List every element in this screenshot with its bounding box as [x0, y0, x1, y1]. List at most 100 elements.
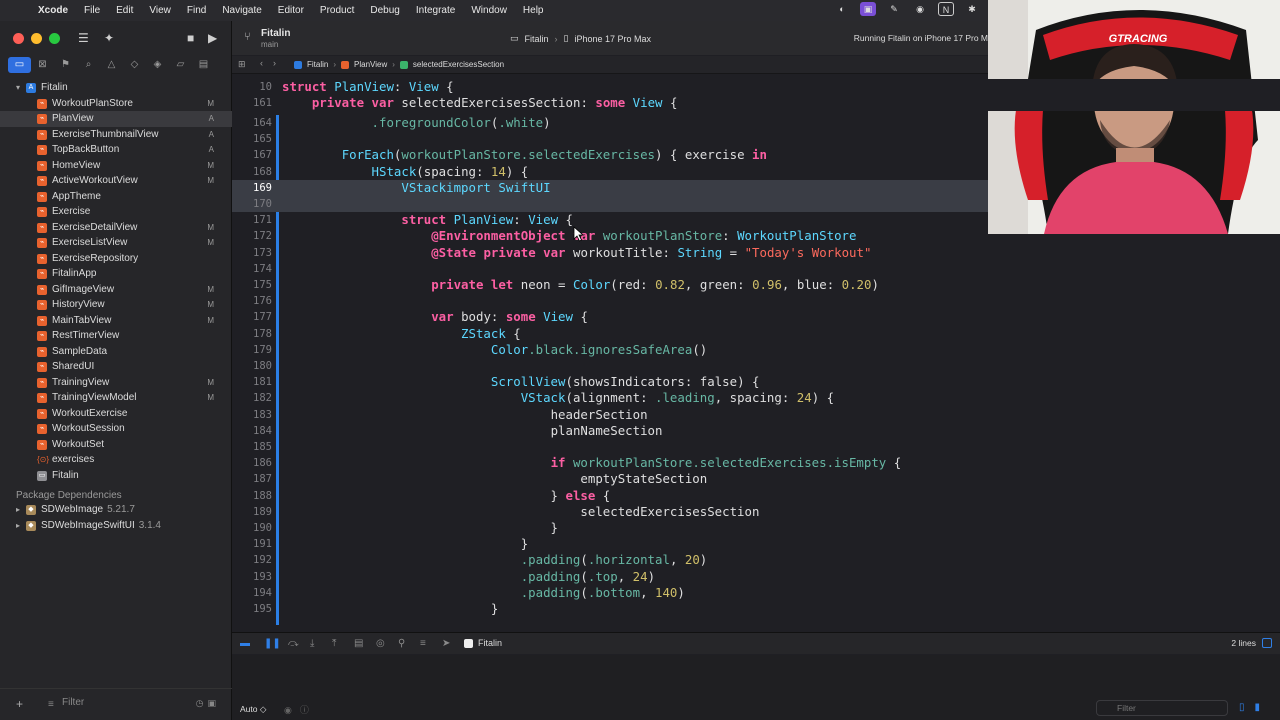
code-line[interactable]: 177 var body: some View {: [232, 309, 1280, 325]
code-line[interactable]: 189 selectedExercisesSection: [232, 504, 1280, 520]
code-text[interactable]: var body: some View {: [282, 309, 588, 325]
tree-file-activeworkoutview[interactable]: ⌁ ActiveWorkoutView M: [0, 173, 232, 189]
line-number[interactable]: 184: [232, 423, 272, 439]
code-line[interactable]: 185: [232, 439, 1280, 455]
line-number[interactable]: 188: [232, 488, 272, 504]
line-number[interactable]: 190: [232, 520, 272, 536]
view-hierarchy-icon[interactable]: ▤: [354, 638, 363, 649]
code-line[interactable]: 187 emptyStateSection: [232, 471, 1280, 487]
close-window-button[interactable]: [13, 33, 24, 44]
menu-editor[interactable]: Editor: [270, 5, 312, 16]
line-number[interactable]: 169: [232, 180, 272, 196]
line-number[interactable]: 181: [232, 374, 272, 390]
code-line[interactable]: 179 Color.black.ignoresSafeArea(): [232, 342, 1280, 358]
breadcrumb-file[interactable]: PlanView: [354, 60, 387, 69]
tree-file-apptheme[interactable]: ⌁ AppTheme: [0, 189, 232, 205]
code-text[interactable]: .padding(.bottom, 140): [282, 585, 685, 601]
breadcrumb-symbol[interactable]: selectedExercisesSection: [413, 60, 504, 69]
related-items-icon[interactable]: ⊞: [238, 59, 246, 70]
line-number[interactable]: 182: [232, 390, 272, 406]
line-number[interactable]: 178: [232, 326, 272, 342]
code-text[interactable]: Color.black.ignoresSafeArea(): [282, 342, 707, 358]
menu-find[interactable]: Find: [179, 5, 214, 16]
menu-file[interactable]: File: [76, 5, 108, 16]
tree-file-resttimerview[interactable]: ⌁ RestTimerView: [0, 328, 232, 344]
simulate-location-icon[interactable]: ≡: [420, 638, 426, 649]
tree-project-root[interactable]: ▾ A Fitalin: [0, 80, 232, 96]
code-text[interactable]: private var selectedExercisesSection: so…: [282, 95, 678, 111]
test-tab-icon[interactable]: ◇: [123, 57, 146, 73]
location-arrow-icon[interactable]: ➤: [442, 638, 450, 649]
line-number[interactable]: 177: [232, 309, 272, 325]
menu-debug[interactable]: Debug: [362, 5, 407, 16]
memory-graph-icon[interactable]: ◎: [376, 638, 385, 649]
tree-file-sharedui[interactable]: ⌁ SharedUI: [0, 359, 232, 375]
line-number[interactable]: 173: [232, 245, 272, 261]
console-filter-input[interactable]: Filter: [1096, 700, 1228, 716]
scheme-selector[interactable]: ▭ Fitalin › ▯ iPhone 17 Pro Max: [510, 33, 651, 44]
code-text[interactable]: ForEach(workoutPlanStore.selectedExercis…: [282, 147, 767, 163]
vpn-icon[interactable]: ◉: [912, 2, 928, 16]
debug-tab-icon[interactable]: ◈: [146, 57, 169, 73]
code-text[interactable]: }: [282, 520, 558, 536]
code-line[interactable]: 190 }: [232, 520, 1280, 536]
line-number[interactable]: 170: [232, 196, 272, 212]
tree-file-maintabview[interactable]: ⌁ MainTabView M: [0, 313, 232, 329]
sticky-scope-line[interactable]: 161 private var selectedExercisesSection…: [232, 95, 1280, 112]
code-text[interactable]: HStack(spacing: 14) {: [282, 164, 529, 180]
scheme-name[interactable]: Fitalin: [525, 34, 549, 44]
menu-help[interactable]: Help: [515, 5, 552, 16]
code-text[interactable]: }: [282, 536, 528, 552]
code-line[interactable]: 174: [232, 261, 1280, 277]
tree-file-sampledata[interactable]: ⌁ SampleData: [0, 344, 232, 360]
tree-file-exerciserepository[interactable]: ⌁ ExerciseRepository: [0, 251, 232, 267]
console-toggle-icon[interactable]: [1262, 638, 1272, 648]
tree-file-fitalin[interactable]: ▭ Fitalin: [0, 468, 232, 484]
code-text[interactable]: } else {: [282, 488, 611, 504]
find-tab-icon[interactable]: ⌕: [77, 57, 100, 73]
disclosure-closed-icon[interactable]: ▸: [16, 518, 20, 534]
line-number[interactable]: 189: [232, 504, 272, 520]
code-text[interactable]: VStackimport SwiftUI: [282, 180, 550, 196]
issue-tab-icon[interactable]: △: [100, 57, 123, 73]
code-text[interactable]: ScrollView(showsIndicators: false) {: [282, 374, 760, 390]
tree-file-planview[interactable]: ⌁ PlanView A: [0, 111, 232, 127]
run-icon[interactable]: ▶: [208, 31, 217, 45]
code-text[interactable]: private let neon = Color(red: 0.82, gree…: [282, 277, 879, 293]
line-number[interactable]: 192: [232, 552, 272, 568]
tree-file-workoutplanstore[interactable]: ⌁ WorkoutPlanStore M: [0, 96, 232, 112]
tree-file-workoutset[interactable]: ⌁ WorkoutSet: [0, 437, 232, 453]
code-text[interactable]: headerSection: [282, 407, 648, 423]
code-text[interactable]: struct PlanView: View {: [282, 212, 573, 228]
tree-file-fitalinapp[interactable]: ⌁ FitalinApp: [0, 266, 232, 282]
code-line[interactable]: 193 .padding(.top, 24): [232, 569, 1280, 585]
code-text[interactable]: if workoutPlanStore.selectedExercises.is…: [282, 455, 902, 471]
tree-file-exercisedetailview[interactable]: ⌁ ExerciseDetailView M: [0, 220, 232, 236]
control-icon[interactable]: ◐: [834, 2, 850, 16]
line-number[interactable]: 168: [232, 164, 272, 180]
menu-product[interactable]: Product: [312, 5, 362, 16]
code-text[interactable]: selectedExercisesSection: [282, 504, 759, 520]
code-text[interactable]: planNameSection: [282, 423, 663, 439]
bluetooth-icon[interactable]: ✱: [964, 2, 980, 16]
code-line[interactable]: 180: [232, 358, 1280, 374]
code-text[interactable]: @State private var workoutTitle: String …: [282, 245, 871, 261]
code-line[interactable]: 184 planNameSection: [232, 423, 1280, 439]
step-out-icon[interactable]: ⤒: [332, 638, 336, 649]
line-number[interactable]: 195: [232, 601, 272, 617]
project-navigator-tab-icon[interactable]: ▭: [8, 57, 31, 73]
code-line[interactable]: 194 .padding(.bottom, 140): [232, 585, 1280, 601]
line-number[interactable]: 164: [232, 115, 272, 131]
step-in-icon[interactable]: ⤓: [310, 638, 314, 649]
code-text[interactable]: emptyStateSection: [282, 471, 707, 487]
code-text[interactable]: .padding(.horizontal, 20): [282, 552, 708, 568]
project-title[interactable]: Fitalin: [261, 28, 290, 39]
line-number[interactable]: 185: [232, 439, 272, 455]
code-line[interactable]: 173 @State private var workoutTitle: Str…: [232, 245, 1280, 261]
source-control-tab-icon[interactable]: ⊠: [31, 57, 54, 73]
code-text[interactable]: .padding(.top, 24): [282, 569, 655, 585]
screen-record-icon[interactable]: ▣: [860, 2, 876, 16]
code-text[interactable]: VStack(alignment: .leading, spacing: 24)…: [282, 390, 834, 406]
code-line[interactable]: 175 private let neon = Color(red: 0.82, …: [232, 277, 1280, 293]
line-number[interactable]: 175: [232, 277, 272, 293]
